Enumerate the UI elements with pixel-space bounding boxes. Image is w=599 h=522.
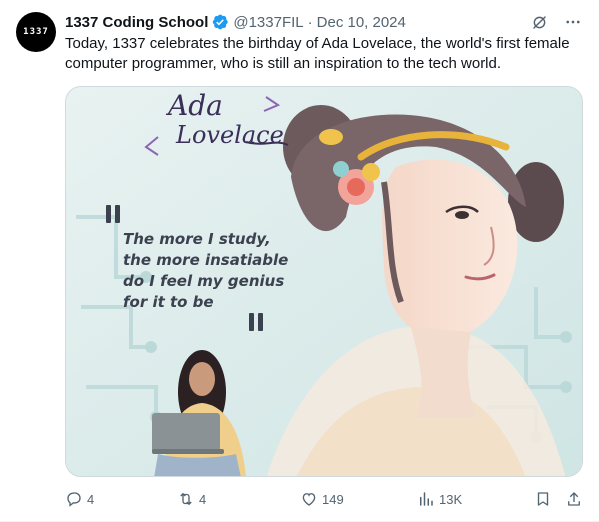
views-count: 13K bbox=[439, 491, 463, 507]
mural-title-last: Lovelace bbox=[176, 121, 284, 149]
post-date[interactable]: Dec 10, 2024 bbox=[317, 14, 406, 31]
mural-title-first: Ada bbox=[168, 89, 223, 122]
share-icon bbox=[568, 492, 580, 506]
post-image[interactable]: Ada Lovelace The more I study, the more … bbox=[65, 86, 583, 477]
avatar[interactable]: 1337 bbox=[16, 12, 56, 52]
tweet[interactable]: 1337 1337 Coding School @1337FIL · Dec 1… bbox=[0, 0, 599, 522]
verified-icon bbox=[211, 13, 229, 31]
reply-button[interactable]: 4 bbox=[65, 487, 94, 511]
share-button[interactable] bbox=[565, 487, 583, 511]
reply-icon bbox=[67, 492, 81, 507]
like-icon bbox=[302, 493, 316, 506]
like-button[interactable]: 149 bbox=[300, 487, 344, 511]
quote-line: for it to be bbox=[123, 293, 214, 311]
quote-line: do I feel my genius bbox=[123, 272, 285, 290]
views-icon bbox=[420, 492, 433, 506]
repost-icon bbox=[180, 493, 192, 505]
quote-line: The more I study, bbox=[123, 230, 271, 248]
tweet-text: Today, 1337 celebrates the birthday of A… bbox=[65, 35, 570, 72]
tweet-header: 1337 Coding School @1337FIL · Dec 10, 20… bbox=[65, 12, 583, 32]
quote-line: the more insatiable bbox=[123, 251, 289, 269]
mural-quote: The more I study, the more insatiable do… bbox=[123, 229, 303, 313]
display-name[interactable]: 1337 Coding School bbox=[65, 14, 208, 31]
reply-count: 4 bbox=[87, 491, 95, 507]
views-button[interactable]: 13K bbox=[417, 487, 462, 511]
action-bar: 4 4 149 13K bbox=[65, 487, 585, 511]
handle[interactable]: @1337FIL bbox=[233, 14, 303, 31]
avatar-text: 1337 bbox=[23, 27, 49, 37]
repost-button[interactable]: 4 bbox=[177, 487, 206, 511]
header-actions bbox=[529, 12, 583, 32]
more-icon[interactable] bbox=[563, 12, 583, 32]
separator-dot: · bbox=[307, 13, 313, 31]
bookmark-button[interactable] bbox=[534, 487, 552, 511]
bookmark-icon bbox=[537, 492, 549, 506]
grok-icon[interactable] bbox=[529, 12, 549, 32]
repost-count: 4 bbox=[199, 491, 207, 507]
like-count: 149 bbox=[322, 491, 344, 507]
